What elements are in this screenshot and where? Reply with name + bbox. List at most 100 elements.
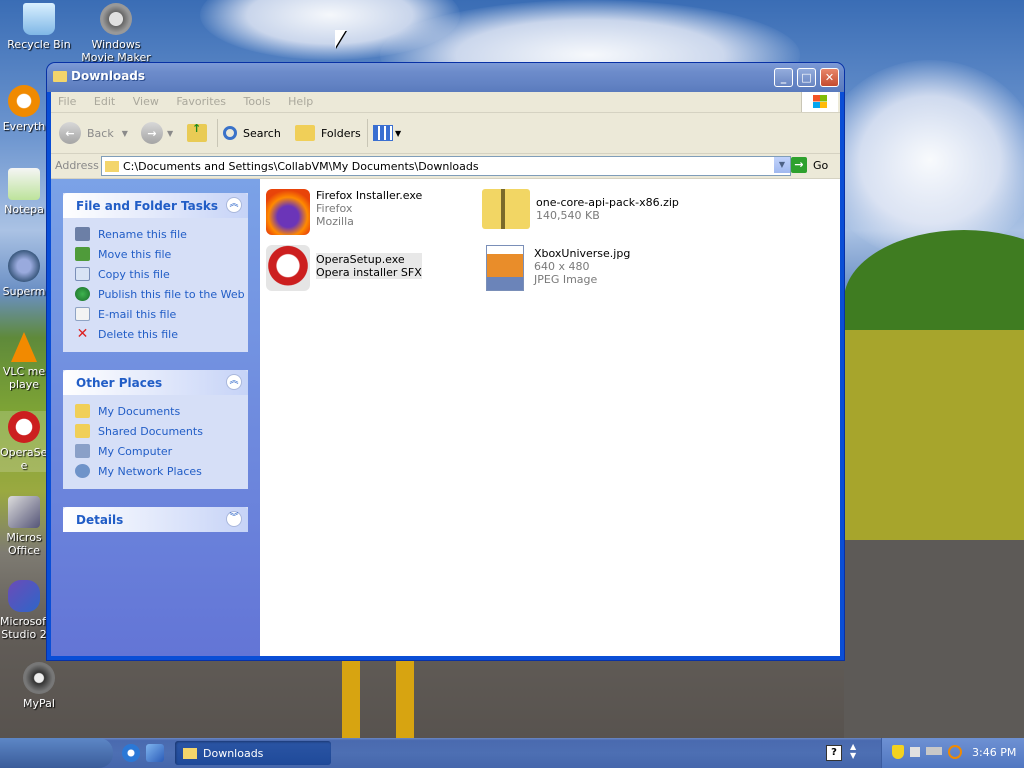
title-bar[interactable]: Downloads _ □ ✕ [47, 63, 844, 92]
go-button[interactable]: → Go [791, 156, 828, 174]
desktop-icon-super[interactable]: Superm [0, 250, 48, 298]
taskbar-button-label: Downloads [203, 746, 264, 760]
panel-header[interactable]: Other Places ︽ [63, 370, 248, 395]
window-title: Downloads [71, 69, 146, 83]
quick-launch [122, 744, 164, 762]
menu-view[interactable]: View [126, 92, 166, 111]
desktop-icon-label: Notepa [4, 203, 44, 216]
file-item-firefox-installer[interactable]: Firefox Installer.exe Firefox Mozilla [266, 189, 422, 235]
menu-help[interactable]: Help [281, 92, 320, 111]
task-delete[interactable]: ✕ Delete this file [75, 324, 248, 344]
folder-icon [75, 424, 90, 438]
volume-icon[interactable] [910, 747, 920, 757]
file-detail: Firefox [316, 202, 353, 215]
folder-icon [183, 747, 197, 759]
language-toggle-icon[interactable]: ▲ ▼ [850, 742, 856, 760]
desktop-icon-everything[interactable]: Everyth [0, 85, 48, 133]
desktop-icon-mypal[interactable]: MyPal [0, 662, 78, 710]
recycle-bin-icon [23, 3, 55, 35]
panel-body: My Documents Shared Documents My Compute… [63, 395, 248, 489]
file-item-opera-setup[interactable]: OperaSetup.exe Opera installer SFX [266, 245, 422, 291]
task-move[interactable]: Move this file [75, 244, 248, 264]
file-detail: Mozilla [316, 215, 354, 228]
menu-tools[interactable]: Tools [237, 92, 278, 111]
task-copy[interactable]: Copy this file [75, 264, 248, 284]
place-label: Shared Documents [98, 424, 203, 438]
file-detail: 140,540 KB [536, 209, 600, 222]
help-icon[interactable]: ? [826, 745, 842, 761]
forward-button[interactable]: → ▼ [141, 121, 173, 145]
desktop-icon-label: OperaSet e [0, 446, 48, 472]
place-label: My Network Places [98, 464, 202, 478]
security-shield-icon[interactable] [892, 745, 904, 759]
folders-icon [295, 125, 315, 141]
place-my-documents[interactable]: My Documents [75, 401, 248, 421]
minimize-icon: _ [780, 71, 787, 84]
file-list-view: Firefox Installer.exe Firefox Mozilla on… [260, 179, 840, 656]
desktop-icon-label: Recycle Bin [7, 38, 71, 51]
panel-header[interactable]: Details ︾ [63, 507, 248, 532]
task-rename[interactable]: Rename this file [75, 224, 248, 244]
views-button[interactable]: ▼ [373, 121, 401, 145]
address-input[interactable]: C:\Documents and Settings\CollabVM\My Do… [101, 156, 791, 176]
internet-explorer-icon[interactable] [122, 744, 140, 762]
opera-icon [8, 411, 40, 443]
desktop-icon-visual-studio[interactable]: Microsoft Studio 2 [0, 580, 48, 641]
menu-favorites[interactable]: Favorites [169, 92, 233, 111]
everything-tray-icon[interactable] [948, 745, 962, 759]
panel-header[interactable]: File and Folder Tasks ︽ [63, 193, 248, 218]
outlook-express-icon[interactable] [146, 744, 164, 762]
address-dropdown-button[interactable]: ▼ [774, 157, 790, 173]
desktop-icon-recycle-bin[interactable]: Recycle Bin [0, 3, 78, 51]
desktop-icon-operasetup[interactable]: OperaSet e [0, 411, 48, 472]
expand-chevron-icon[interactable]: ︾ [226, 511, 242, 527]
firefox-icon [266, 189, 310, 235]
window-client-area: File Edit View Favorites Tools Help ← Ba… [51, 92, 840, 656]
file-item-one-core-api-zip[interactable]: one-core-api-pack-x86.zip 140,540 KB [482, 189, 679, 229]
folders-label: Folders [321, 126, 361, 140]
place-my-computer[interactable]: My Computer [75, 441, 248, 461]
task-label: Move this file [98, 247, 172, 261]
menu-file[interactable]: File [51, 92, 83, 111]
taskbar-button-downloads[interactable]: Downloads [175, 741, 331, 765]
desktop-icon-vlc[interactable]: VLC me playe [0, 332, 48, 391]
desktop-icon-label: Superm [2, 285, 46, 298]
collapse-chevron-icon[interactable]: ︽ [226, 197, 242, 213]
desktop-icon-label: Windows Movie Maker [81, 38, 151, 64]
collapse-chevron-icon[interactable]: ︽ [226, 374, 242, 390]
office-icon [8, 496, 40, 528]
file-name: one-core-api-pack-x86.zip [536, 196, 679, 209]
folder-icon [75, 404, 90, 418]
minimize-button[interactable]: _ [774, 68, 793, 87]
jpeg-image-icon [486, 245, 524, 291]
views-grid-icon [373, 125, 393, 141]
menu-edit[interactable]: Edit [87, 92, 122, 111]
close-button[interactable]: ✕ [820, 68, 839, 87]
up-folder-button[interactable]: ↑ [187, 121, 207, 145]
place-shared-documents[interactable]: Shared Documents [75, 421, 248, 441]
desktop-icon-notepad[interactable]: Notepa [0, 168, 48, 216]
super-icon [8, 250, 40, 282]
copy-icon [75, 267, 90, 281]
back-label: Back [87, 126, 114, 140]
desktop-icon-office[interactable]: Micros Office [0, 496, 48, 557]
place-label: My Documents [98, 404, 181, 418]
desktop-icon-movie-maker[interactable]: Windows Movie Maker [77, 3, 155, 64]
address-path: C:\Documents and Settings\CollabVM\My Do… [123, 159, 479, 173]
task-email[interactable]: E-mail this file [75, 304, 248, 324]
clock[interactable]: 3:46 PM [972, 746, 1016, 759]
maximize-button[interactable]: □ [797, 68, 816, 87]
back-button[interactable]: ← Back ▼ [59, 121, 128, 145]
place-my-network[interactable]: My Network Places [75, 461, 248, 481]
movie-maker-icon [100, 3, 132, 35]
system-tray: 3:46 PM [881, 738, 1024, 768]
everything-search-icon [8, 85, 40, 117]
network-cable-icon[interactable] [926, 747, 942, 755]
task-label: Rename this file [98, 227, 187, 241]
search-button[interactable]: Search [223, 121, 281, 145]
start-button[interactable] [0, 738, 113, 768]
place-label: My Computer [98, 444, 173, 458]
file-item-xbox-universe[interactable]: XboxUniverse.jpg 640 x 480 JPEG Image [486, 245, 630, 291]
task-publish[interactable]: Publish this file to the Web [75, 284, 248, 304]
folders-button[interactable]: Folders [295, 121, 361, 145]
